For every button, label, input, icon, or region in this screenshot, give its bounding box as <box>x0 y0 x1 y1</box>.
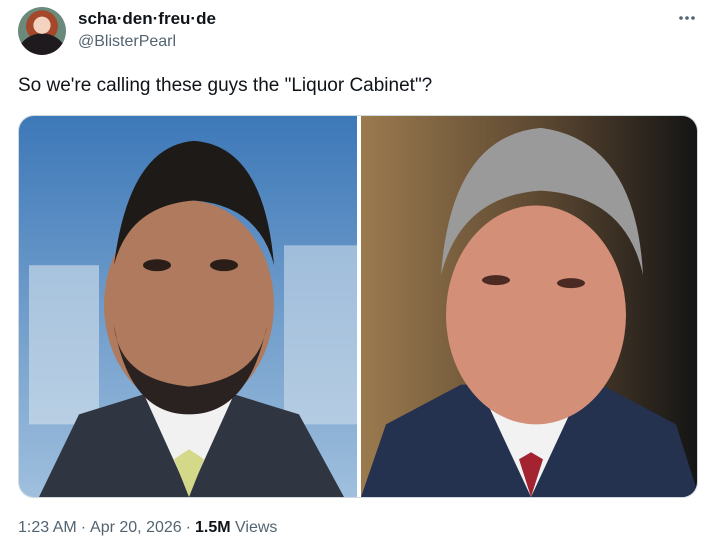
author-handle[interactable]: @BlisterPearl <box>78 32 176 52</box>
more-dots-icon <box>678 15 696 21</box>
media-grid <box>18 115 698 498</box>
tweet-time[interactable]: 1:23 AM <box>18 519 77 536</box>
tweet-text: So we're calling these guys the "Liquor … <box>18 75 433 96</box>
photo-right[interactable] <box>361 116 697 497</box>
author-display-name[interactable]: scha·den·freu·de <box>78 9 216 29</box>
views-count: 1.5M <box>194 519 231 536</box>
tweet-date[interactable]: Apr 20, 2026 <box>90 519 182 536</box>
avatar[interactable] <box>18 7 66 55</box>
views-label: Views <box>235 519 278 536</box>
meta-separator: · <box>80 519 87 536</box>
tweet-card: scha·den·freu·de @BlisterPearl So we're … <box>0 0 717 553</box>
photo-left[interactable] <box>19 116 357 497</box>
tweet-meta: 1:23 AM · Apr 20, 2026 · 1.5M Views <box>18 518 277 538</box>
more-options-button[interactable] <box>676 8 698 28</box>
meta-separator: · <box>185 519 191 536</box>
